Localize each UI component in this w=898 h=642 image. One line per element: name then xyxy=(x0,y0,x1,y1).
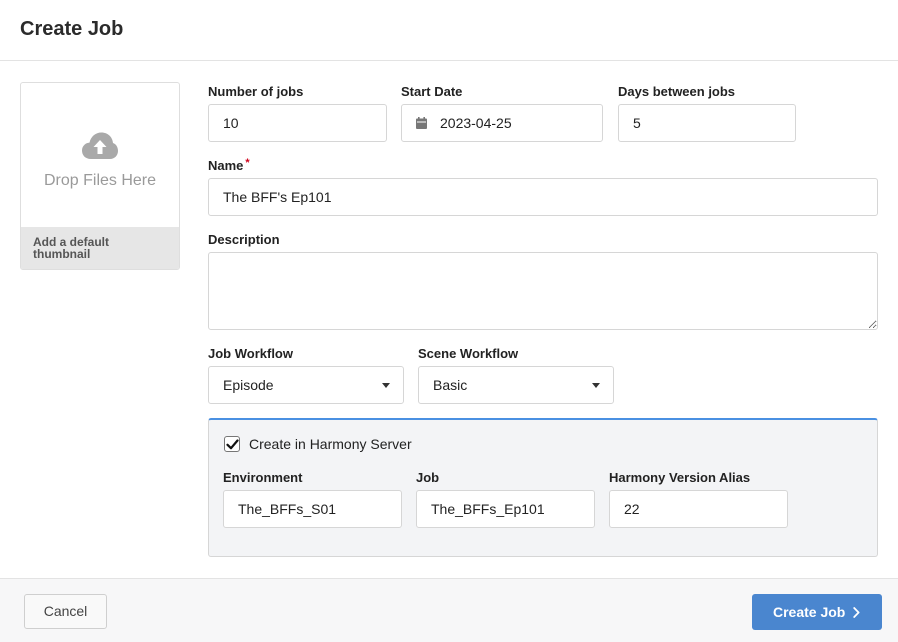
create-job-label: Create Job xyxy=(773,604,846,620)
job-workflow-value: Episode xyxy=(223,377,274,393)
cloud-upload-icon xyxy=(82,132,118,159)
name-label-text: Name xyxy=(208,158,244,173)
number-of-jobs-input[interactable]: 10 xyxy=(208,104,387,142)
required-marker: * xyxy=(245,157,250,169)
dialog-header: Create Job xyxy=(0,0,898,61)
thumbnail-dropzone[interactable]: Drop Files Here Add a default thumbnail xyxy=(20,82,180,270)
harmony-job-input[interactable]: The_BFFs_Ep101 xyxy=(416,490,595,528)
harmony-job-label: Job xyxy=(416,470,440,485)
chevron-right-icon xyxy=(853,607,860,618)
checkmark-icon xyxy=(226,439,239,450)
dialog-footer: Cancel Create Job xyxy=(0,578,898,642)
create-in-harmony-label: Create in Harmony Server xyxy=(249,436,412,452)
drop-files-text: Drop Files Here xyxy=(43,172,157,189)
calendar-icon xyxy=(416,117,427,129)
scene-workflow-label: Scene Workflow xyxy=(418,346,519,361)
number-of-jobs-label: Number of jobs xyxy=(208,84,304,99)
create-in-harmony-checkbox[interactable] xyxy=(224,436,240,452)
page-title: Create Job xyxy=(20,18,124,40)
harmony-server-panel: Create in Harmony Server Environment The… xyxy=(208,418,878,557)
create-job-button[interactable]: Create Job xyxy=(752,594,882,630)
start-date-label: Start Date xyxy=(401,84,463,99)
days-between-jobs-label: Days between jobs xyxy=(618,84,736,99)
description-label: Description xyxy=(208,232,280,247)
environment-label: Environment xyxy=(223,470,303,485)
description-textarea[interactable] xyxy=(208,252,878,330)
name-input[interactable]: The BFF's Ep101 xyxy=(208,178,878,216)
days-between-jobs-input[interactable]: 5 xyxy=(618,104,796,142)
scene-workflow-value: Basic xyxy=(433,377,468,393)
name-label: Name * xyxy=(208,157,250,173)
start-date-input[interactable]: 2023-04-25 xyxy=(401,104,603,142)
environment-input[interactable]: The_BFFs_S01 xyxy=(223,490,402,528)
job-workflow-select[interactable]: Episode xyxy=(208,366,404,404)
chevron-down-icon xyxy=(382,383,390,388)
start-date-value: 2023-04-25 xyxy=(440,115,512,131)
job-workflow-label: Job Workflow xyxy=(208,346,293,361)
harmony-version-alias-input[interactable]: 22 xyxy=(609,490,788,528)
chevron-down-icon xyxy=(592,383,600,388)
harmony-version-alias-label: Harmony Version Alias xyxy=(609,470,751,485)
add-default-thumbnail-button[interactable]: Add a default thumbnail xyxy=(21,227,179,269)
scene-workflow-select[interactable]: Basic xyxy=(418,366,614,404)
cancel-button[interactable]: Cancel xyxy=(24,594,107,629)
